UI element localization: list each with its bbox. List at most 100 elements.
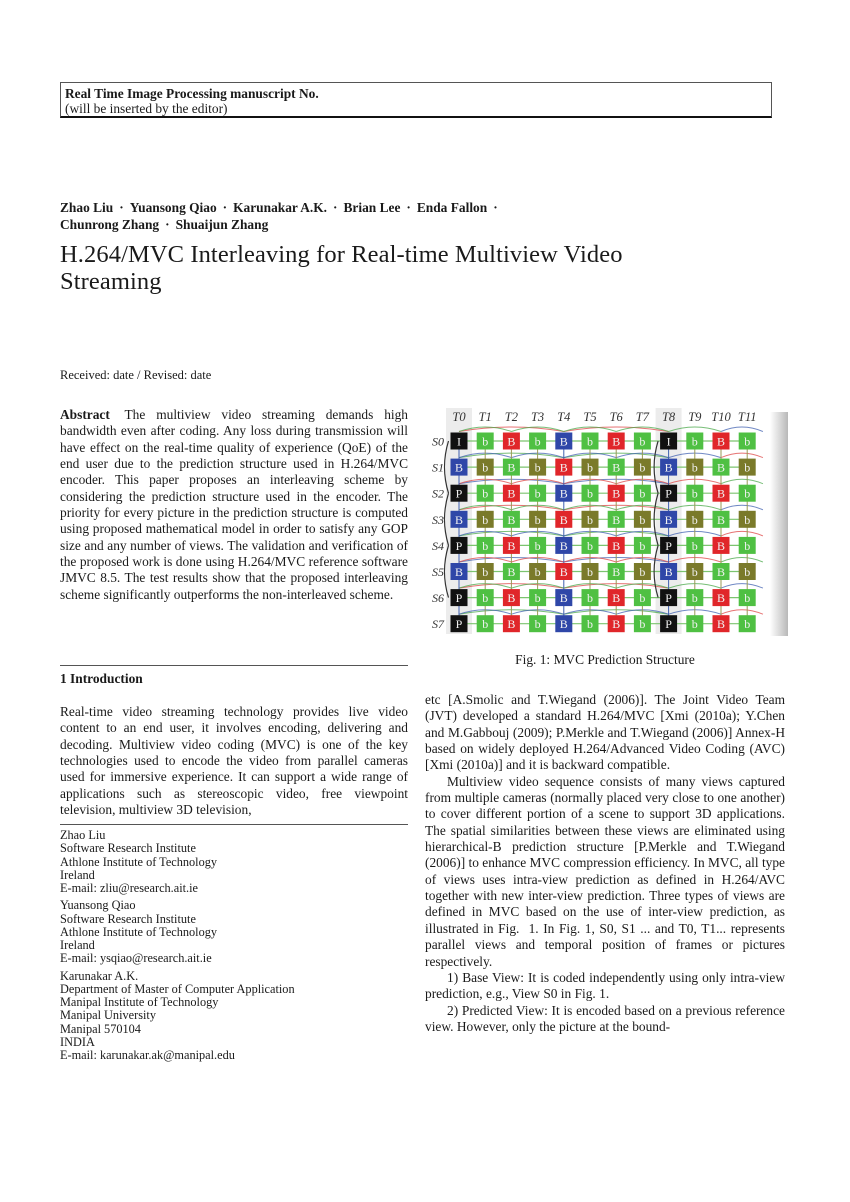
frame-label: B [612,461,620,475]
frame-label: b [482,487,488,501]
frame-label: b [587,565,593,579]
introduction-text-left: Real-time video streaming technology pro… [60,704,408,818]
frame-label: B [507,513,515,527]
frame-label: b [535,565,541,579]
frame-label: B [665,461,673,475]
frame-label: B [717,487,725,501]
frame-label: B [717,617,725,631]
frame-label: b [692,513,698,527]
frame-label: b [587,591,593,605]
frame-label: b [744,435,750,449]
frame-label: B [612,591,620,605]
frame-label: B [612,435,620,449]
frame-label: P [665,487,672,501]
figure-shade-bar [770,412,788,636]
frame-label: B [507,565,515,579]
affiliation-block: Yuansong Qiao Software Research Institut… [60,898,408,966]
author-name: Enda Fallon [416,200,488,215]
view-label: S3 [432,513,444,527]
frame-label: B [717,539,725,553]
affiliation-line: Software Research Institute [60,911,196,926]
abstract-label: Abstract [60,407,110,422]
time-label: T6 [610,410,624,424]
frame-label: b [587,461,593,475]
frame-label: B [717,435,725,449]
frame-label: P [665,539,672,553]
affiliation-email: E-mail: zliu@research.ait.ie [60,881,198,895]
frame-label: b [482,513,488,527]
mvc-prediction-structure-diagram: T0 T1 T2 T3 T4 T5 T6 T7 T8 T9 T10 T11 S0 S1 S2 S3 S4 S5 S6… [418,404,790,636]
figure-background [418,404,790,636]
frame-label: B [507,591,515,605]
frame-label: B [455,513,463,527]
frame-label: b [639,565,645,579]
author-name: Brian Lee [343,200,401,215]
frame-label: b [692,539,698,553]
author-name: Yuansong Qiao [129,200,217,215]
frame-label: b [535,513,541,527]
frame-label: B [612,565,620,579]
frame-label: P [456,617,463,631]
affiliation-line: Ireland [60,938,95,952]
frame-label: b [692,565,698,579]
frame-label: B [612,487,620,501]
frame-label: b [692,617,698,631]
affiliation-line: INDIA [60,1034,95,1049]
frame-label: P [456,591,463,605]
frame-label: b [535,591,541,605]
affiliation-block: Zhao Liu Software Research Institute Ath… [60,828,408,895]
frame-label: b [639,513,645,527]
affiliation-email: E-mail: ysqiao@research.ait.ie [60,951,212,966]
frame-label: b [535,461,541,475]
time-label: T10 [711,410,731,424]
affiliation-line: Zhao Liu [60,828,106,842]
affiliation-line: Software Research Institute [60,841,196,856]
author-separator: · [119,200,124,215]
frame-label: b [482,591,488,605]
time-label: T9 [688,410,702,424]
view-label: S6 [432,591,444,605]
author-line-1: Zhao Liu · Yuansong Qiao · Karunakar A.K. · Br… [60,199,780,216]
author-name: Shuaijun Zhang [175,217,269,232]
affiliation-line: Department of Master of Computer Applica… [60,981,295,996]
view-label: S4 [432,539,444,553]
author-name: Chunrong Zhang [60,217,160,232]
frame-label: b [587,513,593,527]
frame-label: B [717,461,725,475]
received-date: Received: date / Revised: date [60,368,212,382]
frame-label: B [612,539,620,553]
frame-label: B [612,617,620,631]
time-label: T5 [583,410,596,424]
author-affiliations: Zhao Liu Software Research Institute Ath… [60,828,408,1066]
footnote-divider [60,824,408,825]
frame-label: P [456,539,463,553]
affiliation-email: E-mail: karunakar.ak@manipal.edu [60,1048,235,1062]
frame-label: B [717,591,725,605]
frame-label: P [456,487,463,501]
abstract: Abstract The multiview video streaming d… [60,407,408,603]
time-label: T2 [505,410,518,424]
frame-label: B [665,513,673,527]
abstract-text: The multiview video streaming demands hi… [60,407,408,602]
time-label: T1 [479,410,492,424]
frame-label: B [560,513,568,527]
paragraph: 1) Base View: It is coded independently … [425,969,785,1002]
frame-label: b [639,461,645,475]
frame-label: b [482,435,488,449]
view-label: S0 [432,435,444,449]
affiliation-block: Karunakar A.K. Department of Master of C… [60,969,408,1063]
frame-label: b [482,617,488,631]
frame-label: b [744,487,750,501]
time-label: T8 [662,410,676,424]
affiliation-line: Athlone Institute of Technology [60,854,218,869]
affiliation-line: Manipal 570104 [60,1021,141,1036]
frame-label: b [482,539,488,553]
view-label: S5 [432,565,444,579]
time-label: T0 [452,410,466,424]
frame-label: B [455,565,463,579]
frame-label: b [535,617,541,631]
mvc-prediction-figure: T0 T1 T2 T3 T4 T5 T6 T7 T8 T9 T10 T11 S0 S1 S2 S3 S4 S5 S6… [418,404,790,636]
frame-label: b [639,617,645,631]
section-heading-introduction: 1 Introduction [60,671,143,686]
time-label: T4 [557,410,570,424]
